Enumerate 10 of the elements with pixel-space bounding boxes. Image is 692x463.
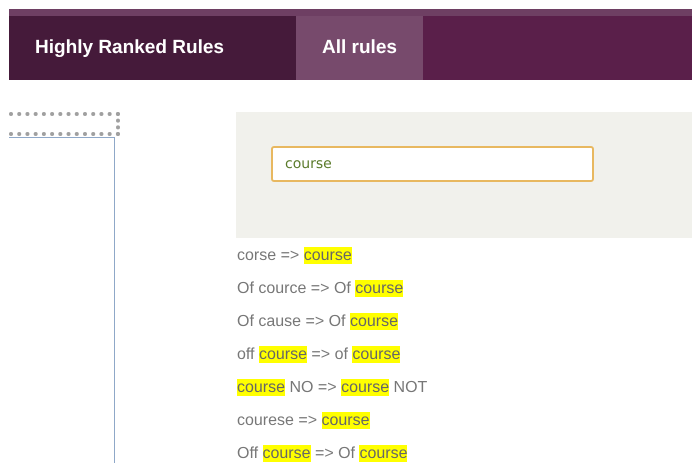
rule-text: corse => course [237,246,352,266]
rule-text: courese => course [237,411,370,431]
tab[interactable]: Highly Ranked Rules [9,16,296,80]
search-field[interactable]: course [271,146,594,182]
rule-text: Of cource => Of course [237,279,404,299]
rule-text: Of cause => Of course [237,312,398,332]
rule-text: off course => of course [237,345,400,365]
tab[interactable]: All rules [296,16,423,80]
rule-text: course NO => course NOT [237,378,428,398]
rule-text: Off course => Of course [237,444,408,463]
